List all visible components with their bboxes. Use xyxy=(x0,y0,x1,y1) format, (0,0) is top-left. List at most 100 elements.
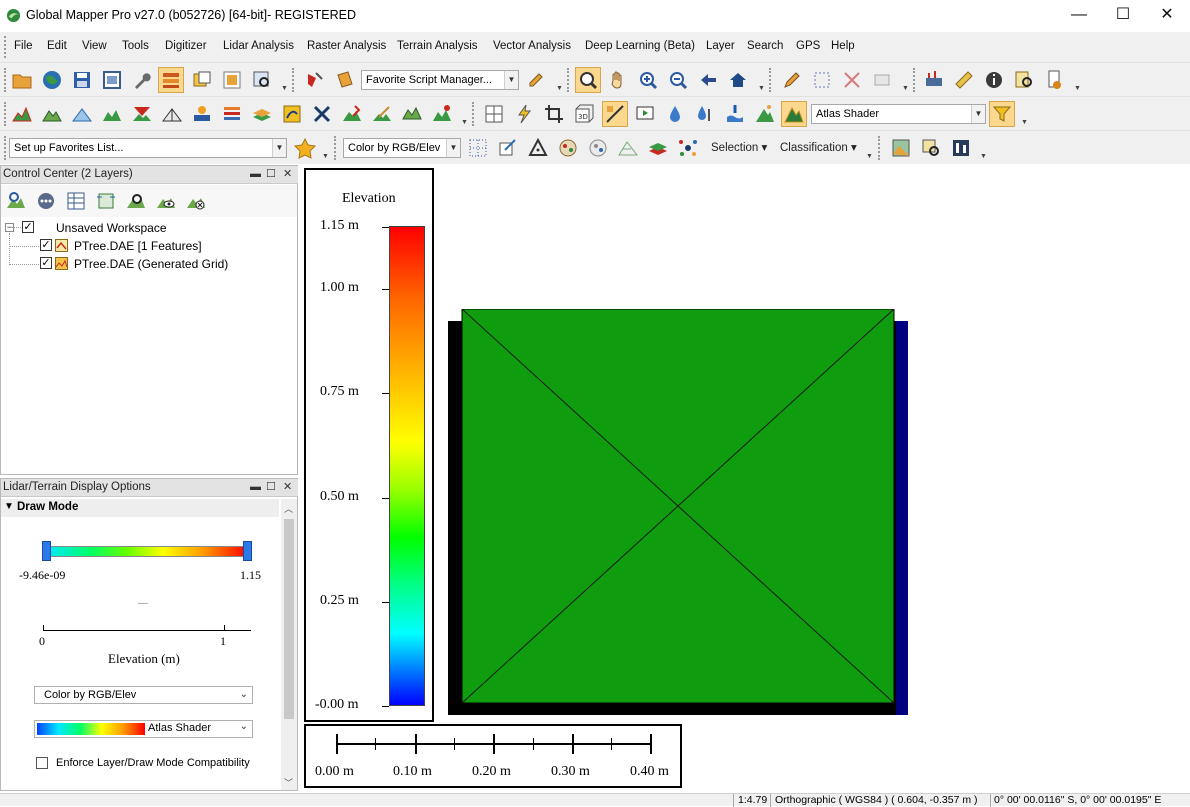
home-icon[interactable] xyxy=(725,67,751,93)
pencil-icon[interactable] xyxy=(779,67,805,93)
lidar-points-icon[interactable] xyxy=(429,101,455,127)
draw-mode-section-header[interactable]: ▼ Draw Mode xyxy=(1,499,279,517)
view-shed-icon[interactable] xyxy=(39,101,65,127)
feature-edit-icon[interactable] xyxy=(339,101,365,127)
device-settings-icon[interactable] xyxy=(1041,67,1067,93)
classify-points-icon[interactable] xyxy=(555,135,581,161)
panel-float-icon[interactable]: ☐ xyxy=(266,479,276,496)
save-icon[interactable] xyxy=(69,67,95,93)
cluster-icon[interactable] xyxy=(585,135,611,161)
dropdown-arrow-icon[interactable]: ▼ xyxy=(461,119,469,126)
edit-script-icon[interactable] xyxy=(523,67,549,93)
favorites-combo[interactable]: Set up Favorites List... ▼ xyxy=(9,138,287,158)
equalizer-icon[interactable] xyxy=(948,135,974,161)
menu-terrain-analysis[interactable]: Terrain Analysis xyxy=(397,40,478,52)
info-icon[interactable] xyxy=(981,67,1007,93)
panel-scrollbar[interactable]: ︿ ﹀ xyxy=(281,499,297,790)
menu-vector-analysis[interactable]: Vector Analysis xyxy=(493,40,571,52)
flood-icon[interactable] xyxy=(722,101,748,127)
layer-2-checkbox[interactable]: ✓ xyxy=(40,257,52,269)
layer-1-label[interactable]: PTree.DAE [1 Features] xyxy=(74,239,202,253)
zoom-layer-icon[interactable] xyxy=(918,135,944,161)
layout-icon[interactable] xyxy=(219,67,245,93)
dropdown-arrow-icon[interactable]: ▼ xyxy=(866,153,874,160)
atlas-shader-icon[interactable] xyxy=(781,101,807,127)
menu-edit[interactable]: Edit xyxy=(47,40,67,52)
lightning-icon[interactable] xyxy=(511,101,537,127)
shader-preview-icon[interactable] xyxy=(279,101,305,127)
layer-2-label[interactable]: PTree.DAE (Generated Grid) xyxy=(74,257,228,271)
dropdown-arrow-icon[interactable]: ▼ xyxy=(556,85,564,92)
menu-digitizer[interactable]: Digitizer xyxy=(165,40,207,52)
3d-view-icon[interactable]: 3D xyxy=(571,101,597,127)
panel-pin-icon[interactable]: ▬ xyxy=(250,166,261,183)
dropdown-arrow-icon[interactable]: ▼ xyxy=(1021,119,1029,126)
layers-terrain-icon[interactable] xyxy=(249,101,275,127)
triangle-icon[interactable] xyxy=(525,135,551,161)
selection-menu[interactable]: Selection ▾ xyxy=(711,140,767,154)
panel-layout-icon[interactable] xyxy=(481,101,507,127)
tools-icon[interactable] xyxy=(309,101,335,127)
feature-info-icon[interactable] xyxy=(869,67,895,93)
watershed-icon[interactable] xyxy=(99,101,125,127)
select-area-icon[interactable] xyxy=(809,67,835,93)
scroll-up-icon[interactable]: ︿ xyxy=(284,502,293,515)
zoom-to-layer-icon[interactable] xyxy=(123,188,149,214)
minimize-button[interactable]: — xyxy=(1056,0,1102,32)
enforce-checkbox[interactable] xyxy=(36,757,48,769)
dropdown-arrow-icon[interactable]: ▼ xyxy=(980,153,988,160)
slope-icon[interactable] xyxy=(159,101,185,127)
find-icon[interactable] xyxy=(1011,67,1037,93)
shader-select[interactable]: Atlas Shader ⌄ xyxy=(34,720,253,738)
visibility-icon[interactable] xyxy=(153,188,179,214)
run-script-icon[interactable] xyxy=(332,67,358,93)
point-grid-icon[interactable] xyxy=(465,135,491,161)
layer-stack-icon[interactable] xyxy=(645,135,671,161)
water-level-icon[interactable] xyxy=(692,101,718,127)
menu-help[interactable]: Help xyxy=(831,40,855,52)
network-icon[interactable] xyxy=(675,135,701,161)
menu-search[interactable]: Search xyxy=(747,40,783,52)
dropdown-arrow-icon[interactable]: ▼ xyxy=(322,153,330,160)
search-map-icon[interactable] xyxy=(249,67,275,93)
zoom-tool-icon[interactable] xyxy=(575,67,601,93)
close-button[interactable]: ✕ xyxy=(1144,0,1190,32)
water-icon[interactable] xyxy=(662,101,688,127)
menu-lidar-analysis[interactable]: Lidar Analysis xyxy=(223,40,294,52)
back-arrow-icon[interactable] xyxy=(695,67,721,93)
workspace-label[interactable]: Unsaved Workspace xyxy=(56,221,167,235)
color-mode-combo[interactable]: Color by RGB/Elev ▼ xyxy=(343,138,461,158)
wrench-icon[interactable] xyxy=(129,67,155,93)
elevation-grid-icon[interactable] xyxy=(399,101,425,127)
map-view[interactable]: Elevation 1.15 m 1.00 m 0.75 m 0.50 m 0.… xyxy=(300,165,1190,793)
menu-file[interactable]: File xyxy=(14,40,33,52)
script-icon[interactable] xyxy=(302,67,328,93)
classification-menu[interactable]: Classification ▾ xyxy=(780,140,857,154)
window-icon[interactable] xyxy=(99,67,125,93)
menu-layer[interactable]: Layer xyxy=(706,40,735,52)
options-icon[interactable] xyxy=(33,188,59,214)
menu-deep-learning[interactable]: Deep Learning (Beta) xyxy=(585,40,695,52)
open-folder-icon[interactable] xyxy=(9,67,35,93)
elevation-grid-raster[interactable] xyxy=(448,309,910,717)
star-icon[interactable] xyxy=(292,135,318,161)
favorite-script-combo[interactable]: Favorite Script Manager... ▼ xyxy=(361,70,519,90)
menu-raster-analysis[interactable]: Raster Analysis xyxy=(307,40,386,52)
scroll-down-icon[interactable]: ﹀ xyxy=(284,776,293,789)
pan-hand-icon[interactable] xyxy=(605,67,631,93)
section-collapse-icon[interactable]: ▼ xyxy=(4,501,14,512)
layer-search-icon[interactable] xyxy=(3,188,29,214)
panel-close-icon[interactable]: ✕ xyxy=(283,166,292,183)
delete-icon[interactable] xyxy=(839,67,865,93)
cut-fill-icon[interactable] xyxy=(129,101,155,127)
grid-levels-icon[interactable] xyxy=(219,101,245,127)
overview-icon[interactable] xyxy=(189,67,215,93)
dropdown-arrow-icon[interactable]: ▼ xyxy=(281,85,289,92)
ruler-icon[interactable] xyxy=(951,67,977,93)
solar-panel-icon[interactable] xyxy=(189,101,215,127)
panel-pin-icon[interactable]: ▬ xyxy=(250,479,261,496)
dropdown-arrow-icon[interactable]: ▼ xyxy=(902,85,910,92)
elevation-range-slider[interactable] xyxy=(45,546,249,557)
paint-icon[interactable] xyxy=(369,101,395,127)
photo-map-icon[interactable] xyxy=(888,135,914,161)
